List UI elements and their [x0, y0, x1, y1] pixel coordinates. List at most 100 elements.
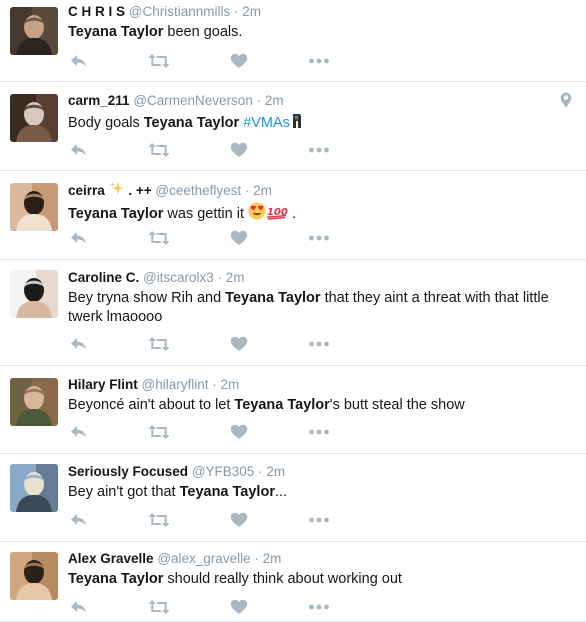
tweet-text-segment: ... [274, 484, 288, 500]
timestamp[interactable]: 2m [265, 93, 284, 108]
separator-dot: · [258, 464, 263, 479]
location-pin-icon[interactable] [560, 92, 572, 113]
separator-dot: · [244, 183, 250, 198]
avatar[interactable] [10, 94, 58, 142]
author-name[interactable]: Hilary Flint [68, 377, 138, 392]
tweet-actions [68, 599, 338, 617]
author-name-suffix: . ++ [128, 183, 152, 198]
hashtag-link[interactable]: #VMAs [243, 115, 290, 131]
author-handle[interactable]: @ceetheflyest [155, 183, 241, 198]
author-name[interactable]: Alex Gravelle [68, 551, 154, 566]
tweet-text: Teyana Taylor was gettin it 100 . [68, 202, 566, 224]
tweet[interactable]: Seriously Focused @YFB305 · 2m Bey ain't… [0, 454, 586, 542]
more-options-icon[interactable] [308, 599, 330, 617]
author-name[interactable]: ceirra [68, 183, 105, 198]
tweet-actions [68, 53, 338, 71]
more-options-icon[interactable] [308, 336, 330, 354]
tweet-header: C H R I S @Christiannmills · 2m [68, 0, 566, 21]
like-icon[interactable] [230, 230, 248, 248]
like-icon[interactable] [230, 336, 248, 354]
reply-icon[interactable] [70, 53, 88, 71]
like-icon[interactable] [230, 599, 248, 617]
author-name[interactable]: C H R I S [68, 4, 125, 19]
tweet-header: carm_211 @CarmenNeverson · 2m [68, 82, 566, 110]
avatar[interactable] [10, 464, 58, 512]
tweet-actions [68, 512, 338, 530]
author-name[interactable]: carm_211 [68, 93, 130, 108]
retweet-icon[interactable] [148, 336, 170, 354]
timestamp[interactable]: 2m [266, 464, 285, 479]
avatar[interactable] [10, 552, 58, 600]
more-options-icon[interactable] [308, 512, 330, 530]
author-name[interactable]: Seriously Focused [68, 464, 188, 479]
tweet-text: Body goals Teyana Taylor #VMAs [68, 112, 566, 133]
tweet-text-segment: Beyoncé ain't about to let [68, 397, 235, 413]
tweet-text-segment: Body goals [68, 115, 144, 131]
like-icon[interactable] [230, 142, 248, 160]
retweet-icon[interactable] [148, 512, 170, 530]
more-options-icon[interactable] [308, 142, 330, 160]
more-options-icon[interactable] [308, 53, 330, 71]
reply-icon[interactable] [70, 230, 88, 248]
like-icon[interactable] [230, 424, 248, 442]
reply-icon[interactable] [70, 512, 88, 530]
reply-icon[interactable] [70, 424, 88, 442]
heart-eyes-emoji-icon [248, 202, 266, 222]
author-name[interactable]: Caroline C. [68, 270, 139, 285]
tweet-text-segment: Bey ain't got that [68, 484, 180, 500]
timestamp[interactable]: 2m [226, 270, 245, 285]
timestamp[interactable]: 2m [253, 183, 272, 198]
more-options-icon[interactable] [308, 230, 330, 248]
tweet[interactable]: Alex Gravelle @alex_gravelle · 2m Teyana… [0, 542, 586, 622]
tweet-text-segment: should really think about working out [163, 571, 402, 587]
retweet-icon[interactable] [148, 230, 170, 248]
avatar[interactable] [10, 270, 58, 318]
separator-dot: · [234, 4, 239, 19]
separator-dot: · [254, 551, 259, 566]
avatar[interactable] [10, 183, 58, 231]
retweet-icon[interactable] [148, 599, 170, 617]
separator-dot: · [217, 270, 223, 285]
highlighted-term: Teyana Taylor [68, 24, 164, 40]
camera-emoji-icon [290, 114, 304, 131]
timestamp[interactable]: 2m [221, 377, 240, 392]
like-icon[interactable] [230, 53, 248, 71]
avatar[interactable] [10, 7, 58, 55]
tweet-header: Seriously Focused @YFB305 · 2m [68, 454, 566, 481]
like-icon[interactable] [230, 512, 248, 530]
tweet-text-segment: been goals. [163, 24, 243, 40]
reply-icon[interactable] [70, 336, 88, 354]
author-handle[interactable]: @YFB305 [192, 464, 254, 479]
retweet-icon[interactable] [148, 53, 170, 71]
tweet-header: Caroline C. @itscarolx3 · 2m [68, 260, 566, 287]
timestamp[interactable]: 2m [263, 551, 282, 566]
tweet[interactable]: carm_211 @CarmenNeverson · 2m Body goals… [0, 82, 586, 171]
author-handle[interactable]: @Christiannmills [129, 4, 230, 19]
author-handle[interactable]: @hilaryflint [142, 377, 209, 392]
more-options-icon[interactable] [308, 424, 330, 442]
author-handle[interactable]: @itscarolx3 [143, 270, 214, 285]
reply-icon[interactable] [70, 142, 88, 160]
separator-dot: · [256, 93, 262, 108]
avatar[interactable] [10, 378, 58, 426]
tweet-text-segment: Bey tryna show Rih and [68, 290, 226, 306]
tweet-actions [68, 424, 338, 442]
tweet-text: Beyoncé ain't about to let Teyana Taylor… [68, 396, 566, 415]
tweet[interactable]: Caroline C. @itscarolx3 · 2m Bey tryna s… [0, 260, 586, 366]
tweet[interactable]: Hilary Flint @hilaryflint · 2m Beyoncé a… [0, 366, 586, 454]
tweet-text-segment: was gettin it [163, 206, 248, 222]
retweet-icon[interactable] [148, 142, 170, 160]
tweet[interactable]: ceirra . ++ @ceetheflyest · 2m Teyana Ta… [0, 171, 586, 260]
author-handle[interactable]: @alex_gravelle [157, 551, 250, 566]
tweet-header: ceirra . ++ @ceetheflyest · 2m [68, 171, 566, 200]
tweet-actions [68, 230, 338, 248]
tweet-text: Teyana Taylor should really think about … [68, 570, 566, 589]
timestamp[interactable]: 2m [242, 4, 261, 19]
reply-icon[interactable] [70, 599, 88, 617]
highlighted-term: Teyana Taylor [179, 484, 275, 500]
author-handle[interactable]: @CarmenNeverson [133, 93, 253, 108]
highlighted-term: Teyana Taylor [68, 206, 164, 222]
tweet-actions [68, 142, 338, 160]
tweet[interactable]: C H R I S @Christiannmills · 2m Teyana T… [0, 0, 586, 82]
retweet-icon[interactable] [148, 424, 170, 442]
